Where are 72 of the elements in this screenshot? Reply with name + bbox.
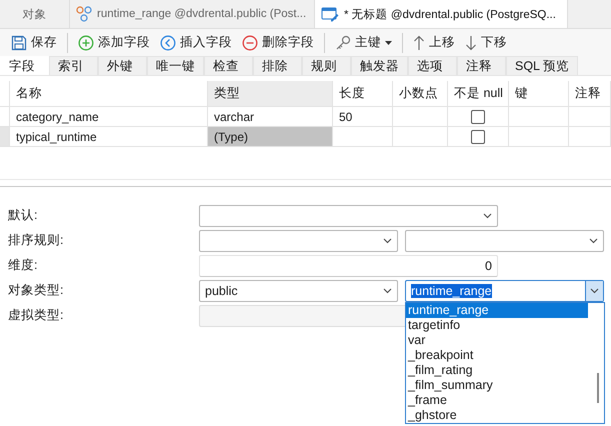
toolbar-button[interactable]: 删除字段	[239, 32, 317, 53]
row-header	[0, 81, 10, 107]
toolbar-button[interactable]: 下移	[462, 32, 510, 53]
arrow-down-icon	[465, 34, 477, 50]
checkbox[interactable]	[471, 110, 485, 124]
chevron-down-icon	[590, 288, 599, 294]
field-tab[interactable]: 索引	[49, 56, 98, 75]
dropdown-button[interactable]	[585, 280, 603, 300]
dropdown-option[interactable]: _frame	[406, 392, 588, 408]
minus-circle-icon	[242, 34, 258, 50]
caret-icon	[385, 40, 392, 44]
column-header[interactable]: 小数点	[393, 81, 448, 107]
field-tab[interactable]: 注释	[457, 56, 506, 75]
dropdown-option[interactable]: targetinfo	[406, 318, 588, 332]
table-cell: 50	[333, 107, 393, 127]
save-icon	[11, 34, 27, 50]
column-header[interactable]: 注释	[569, 81, 611, 107]
arrow-up-icon	[413, 34, 425, 50]
dropdown-field[interactable]: public	[199, 280, 398, 302]
column-header[interactable]: 类型	[208, 81, 333, 107]
chevron-down-icon	[383, 288, 392, 294]
field-tab[interactable]: 排除	[253, 56, 302, 75]
field-label: 对象类型:	[7, 282, 64, 299]
toolbar-button[interactable]: 插入字段	[157, 32, 235, 53]
dropdown-option[interactable]: _film_rating	[406, 362, 588, 378]
dropdown-field[interactable]	[405, 230, 604, 252]
toolbar-button[interactable]: 主键	[332, 32, 395, 53]
document-tab[interactable]: 对象	[0, 0, 70, 28]
chevron-down-icon	[589, 238, 598, 244]
dropdown-field[interactable]	[199, 230, 398, 252]
dropdown-option[interactable]: runtime_range	[406, 302, 588, 318]
dropdown-option[interactable]: _ghstore	[406, 408, 588, 422]
table-edit-icon	[321, 6, 339, 22]
field-label: 维度:	[7, 257, 38, 274]
toolbar-button[interactable]: 上移	[410, 32, 458, 53]
field-tab[interactable]: 字段	[0, 56, 49, 75]
plus-circle-icon	[78, 34, 94, 50]
field-tab[interactable]: 唯一键	[147, 56, 204, 75]
field-tab[interactable]: 选项	[408, 56, 457, 75]
column-header[interactable]: 键	[509, 81, 569, 107]
dropdown-option[interactable]: _breakpoint	[406, 348, 588, 362]
chevron-down-icon	[483, 212, 492, 218]
toolbar-button[interactable]: 保存	[8, 32, 60, 53]
field-tab[interactable]: 检查	[204, 56, 253, 75]
column-header[interactable]: 长度	[333, 81, 393, 107]
dropdown-field[interactable]	[199, 204, 498, 226]
arrow-left-circle-icon	[160, 34, 176, 50]
dropdown-option[interactable]: _film_summary	[406, 378, 588, 392]
key-icon	[335, 34, 351, 50]
scrollbar-thumb[interactable]	[597, 372, 599, 402]
toolbar-button[interactable]: 添加字段	[75, 32, 153, 53]
field-tab[interactable]: 触发器	[351, 56, 408, 75]
field-label: 排序规则:	[7, 232, 64, 249]
table-cell: category_name	[10, 107, 208, 127]
field-label: 虚拟类型:	[7, 307, 64, 324]
table-cell: typical_runtime	[10, 127, 208, 147]
chevron-down-icon	[383, 238, 392, 244]
field-tab[interactable]: 规则	[302, 56, 351, 75]
field-tab[interactable]: 外键	[98, 56, 147, 75]
column-header[interactable]: 不是 null	[448, 81, 509, 107]
table-cell	[333, 127, 393, 147]
checkbox[interactable]	[471, 130, 485, 144]
dropdown-option[interactable]: var	[406, 332, 588, 348]
number-field[interactable]: 0	[199, 254, 498, 276]
table-cell: (Type)	[208, 127, 333, 147]
column-header[interactable]: 名称	[10, 81, 208, 107]
field-label: 默认:	[7, 207, 38, 224]
circles-icon	[76, 6, 92, 22]
table-cell	[569, 107, 611, 127]
table-cell	[569, 127, 611, 147]
field-tab[interactable]: SQL 预览	[506, 56, 578, 75]
document-tab[interactable]: * 无标题 @dvdrental.public (PostgreSQ...	[315, 0, 568, 28]
